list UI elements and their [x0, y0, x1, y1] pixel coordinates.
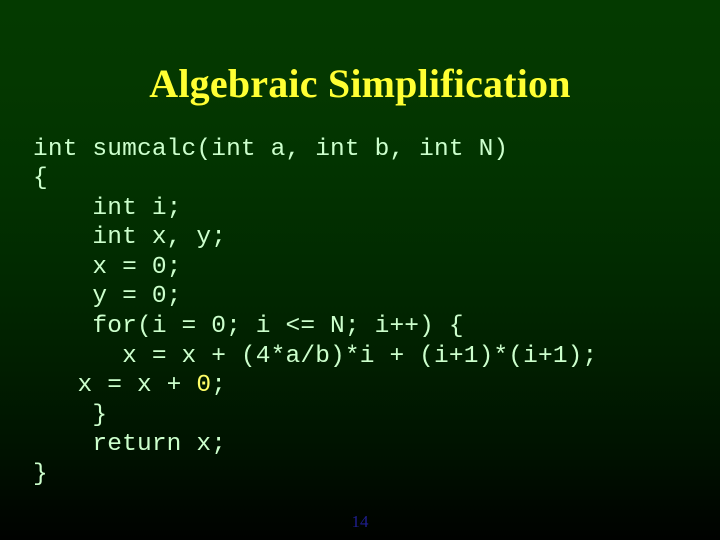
code-line: x = x + (4*a/b)*i + (i+1)*(i+1); — [33, 342, 693, 372]
code-text: { — [33, 165, 48, 193]
page-title: Algebraic Simplification — [149, 60, 571, 106]
code-text: x = x + — [33, 372, 197, 400]
code-line: } — [33, 460, 693, 490]
slide-page-number: 14 — [351, 512, 369, 531]
code-text: int x, y; — [33, 224, 227, 252]
code-line: x = x + 0; — [33, 371, 693, 401]
code-listing: int sumcalc(int a, int b, int N){ int i;… — [33, 135, 693, 490]
code-line: int i; — [33, 194, 693, 224]
slide-canvas: Algebraic Simplification int sumcalc(int… — [0, 0, 720, 540]
code-line: y = 0; — [33, 282, 693, 312]
code-text: return x; — [33, 431, 227, 459]
code-text: x = x + (4*a/b)*i + (i+1)*(i+1); — [33, 342, 598, 370]
code-line: int sumcalc(int a, int b, int N) — [33, 135, 693, 165]
code-text: int i; — [33, 194, 182, 222]
code-text: int sumcalc(int a, int b, int N) — [33, 135, 509, 163]
code-line: x = 0; — [33, 253, 693, 283]
code-text: } — [33, 401, 108, 429]
code-text: x = 0; — [33, 253, 182, 281]
code-text: for(i = 0; i <= N; i++) { — [33, 313, 464, 341]
code-text: ; — [211, 372, 227, 400]
code-highlight-token: 0 — [196, 372, 212, 400]
code-text: } — [33, 461, 48, 489]
code-line: return x; — [33, 430, 693, 460]
code-line: int x, y; — [33, 223, 693, 253]
code-line: for(i = 0; i <= N; i++) { — [33, 312, 693, 342]
code-text: y = 0; — [33, 283, 182, 311]
code-line: { — [33, 164, 693, 194]
code-line: } — [33, 401, 693, 431]
